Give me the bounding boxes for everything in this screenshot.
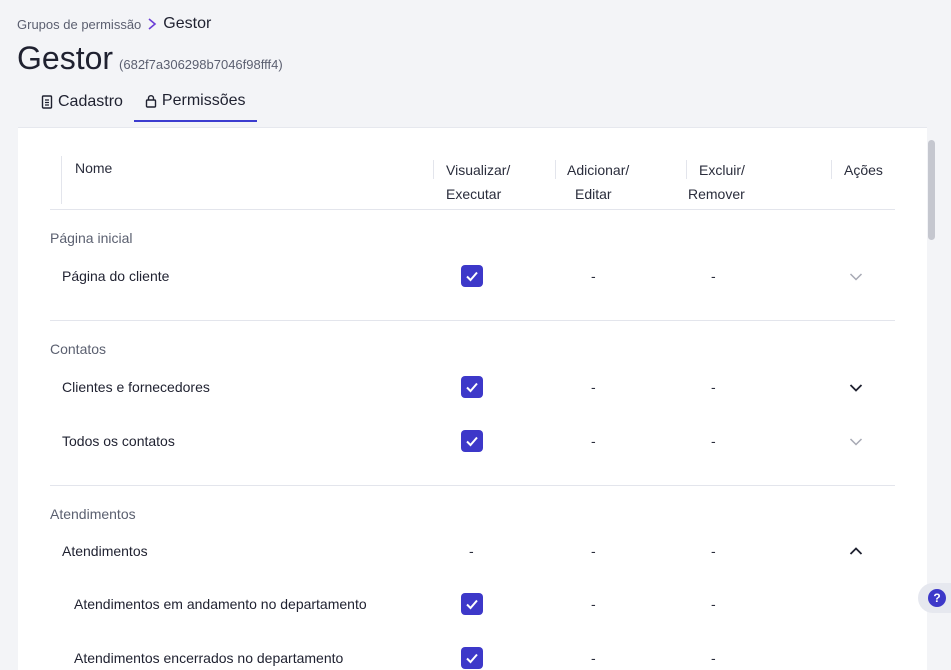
tab-bar: Cadastro Permissões: [30, 86, 257, 122]
tab-cadastro-label: Cadastro: [58, 93, 123, 110]
view-checkbox[interactable]: [461, 265, 483, 287]
permissions-card: Nome Visualizar/ Executar Adicionar/ Edi…: [18, 127, 927, 670]
delete-value: -: [711, 543, 716, 559]
check-icon: [466, 599, 478, 610]
permission-subrow-label: Atendimentos em andamento no departament…: [74, 596, 367, 612]
view-checkbox[interactable]: [461, 593, 483, 615]
column-divider: [555, 160, 556, 179]
view-value: -: [469, 543, 474, 559]
add-value: -: [591, 596, 596, 612]
add-value: -: [591, 268, 596, 284]
permission-row-label: Clientes e fornecedores: [62, 379, 210, 395]
chevron-down-icon[interactable]: [849, 272, 863, 282]
column-header-add-line2: Editar: [575, 186, 612, 202]
column-header-name: Nome: [75, 160, 113, 176]
lock-icon: [145, 95, 157, 108]
delete-value: -: [711, 379, 716, 395]
column-divider: [831, 160, 832, 179]
add-value: -: [591, 650, 596, 666]
section-label: Página inicial: [50, 230, 133, 246]
group-id: (682f7a306298b7046f98fff4): [119, 57, 283, 72]
breadcrumb: Grupos de permissão Gestor: [17, 15, 211, 33]
view-checkbox[interactable]: [461, 430, 483, 452]
view-checkbox[interactable]: [461, 647, 483, 669]
delete-value: -: [711, 268, 716, 284]
chevron-down-icon[interactable]: [849, 437, 863, 447]
add-value: -: [591, 433, 596, 449]
check-icon: [466, 436, 478, 447]
permission-row-label: Atendimentos: [62, 543, 148, 559]
column-header-actions: Ações: [844, 162, 883, 178]
column-header-view-line2: Executar: [446, 186, 502, 202]
section-label: Contatos: [50, 341, 107, 357]
tab-permissoes[interactable]: Permissões: [133, 86, 257, 122]
column-header-delete-line2: Remover: [688, 186, 745, 202]
breadcrumb-current: Gestor: [163, 15, 212, 32]
chevron-up-icon[interactable]: [849, 546, 863, 556]
help-button[interactable]: ?: [918, 583, 951, 613]
delete-value: -: [711, 650, 716, 666]
chevron-down-icon[interactable]: [849, 383, 863, 393]
column-divider: [433, 160, 434, 179]
page-title: Gestor: [17, 40, 114, 76]
permission-subrow-label: Atendimentos encerrados no departamento: [74, 650, 344, 666]
column-divider: [686, 160, 687, 179]
column-divider: [61, 156, 62, 204]
column-header-view-line1: Visualizar/: [446, 162, 511, 178]
delete-value: -: [711, 433, 716, 449]
delete-value: -: [711, 596, 716, 612]
view-checkbox[interactable]: [461, 376, 483, 398]
permission-row-label: Página do cliente: [62, 268, 170, 284]
chevron-right-icon: [148, 18, 157, 30]
column-header-delete-line1: Excluir/: [699, 162, 745, 178]
check-icon: [466, 382, 478, 393]
section-divider: [50, 320, 895, 321]
add-value: -: [591, 379, 596, 395]
permission-row-label: Todos os contatos: [62, 433, 175, 449]
scrollbar-thumb[interactable]: [928, 140, 935, 240]
breadcrumb-parent-link[interactable]: Grupos de permissão: [17, 17, 141, 32]
tab-permissoes-label: Permissões: [161, 92, 246, 109]
tab-cadastro[interactable]: Cadastro: [30, 86, 134, 122]
check-icon: [466, 653, 478, 664]
document-icon: [41, 95, 53, 109]
page-header: Gestor (682f7a306298b7046f98fff4): [17, 40, 283, 77]
section-label: Atendimentos: [50, 506, 136, 522]
column-header-add-line1: Adicionar/: [567, 162, 630, 178]
section-divider: [50, 485, 895, 486]
check-icon: [466, 271, 478, 282]
add-value: -: [591, 543, 596, 559]
table-header: Nome Visualizar/ Executar Adicionar/ Edi…: [50, 156, 895, 210]
help-icon: ?: [928, 589, 946, 607]
